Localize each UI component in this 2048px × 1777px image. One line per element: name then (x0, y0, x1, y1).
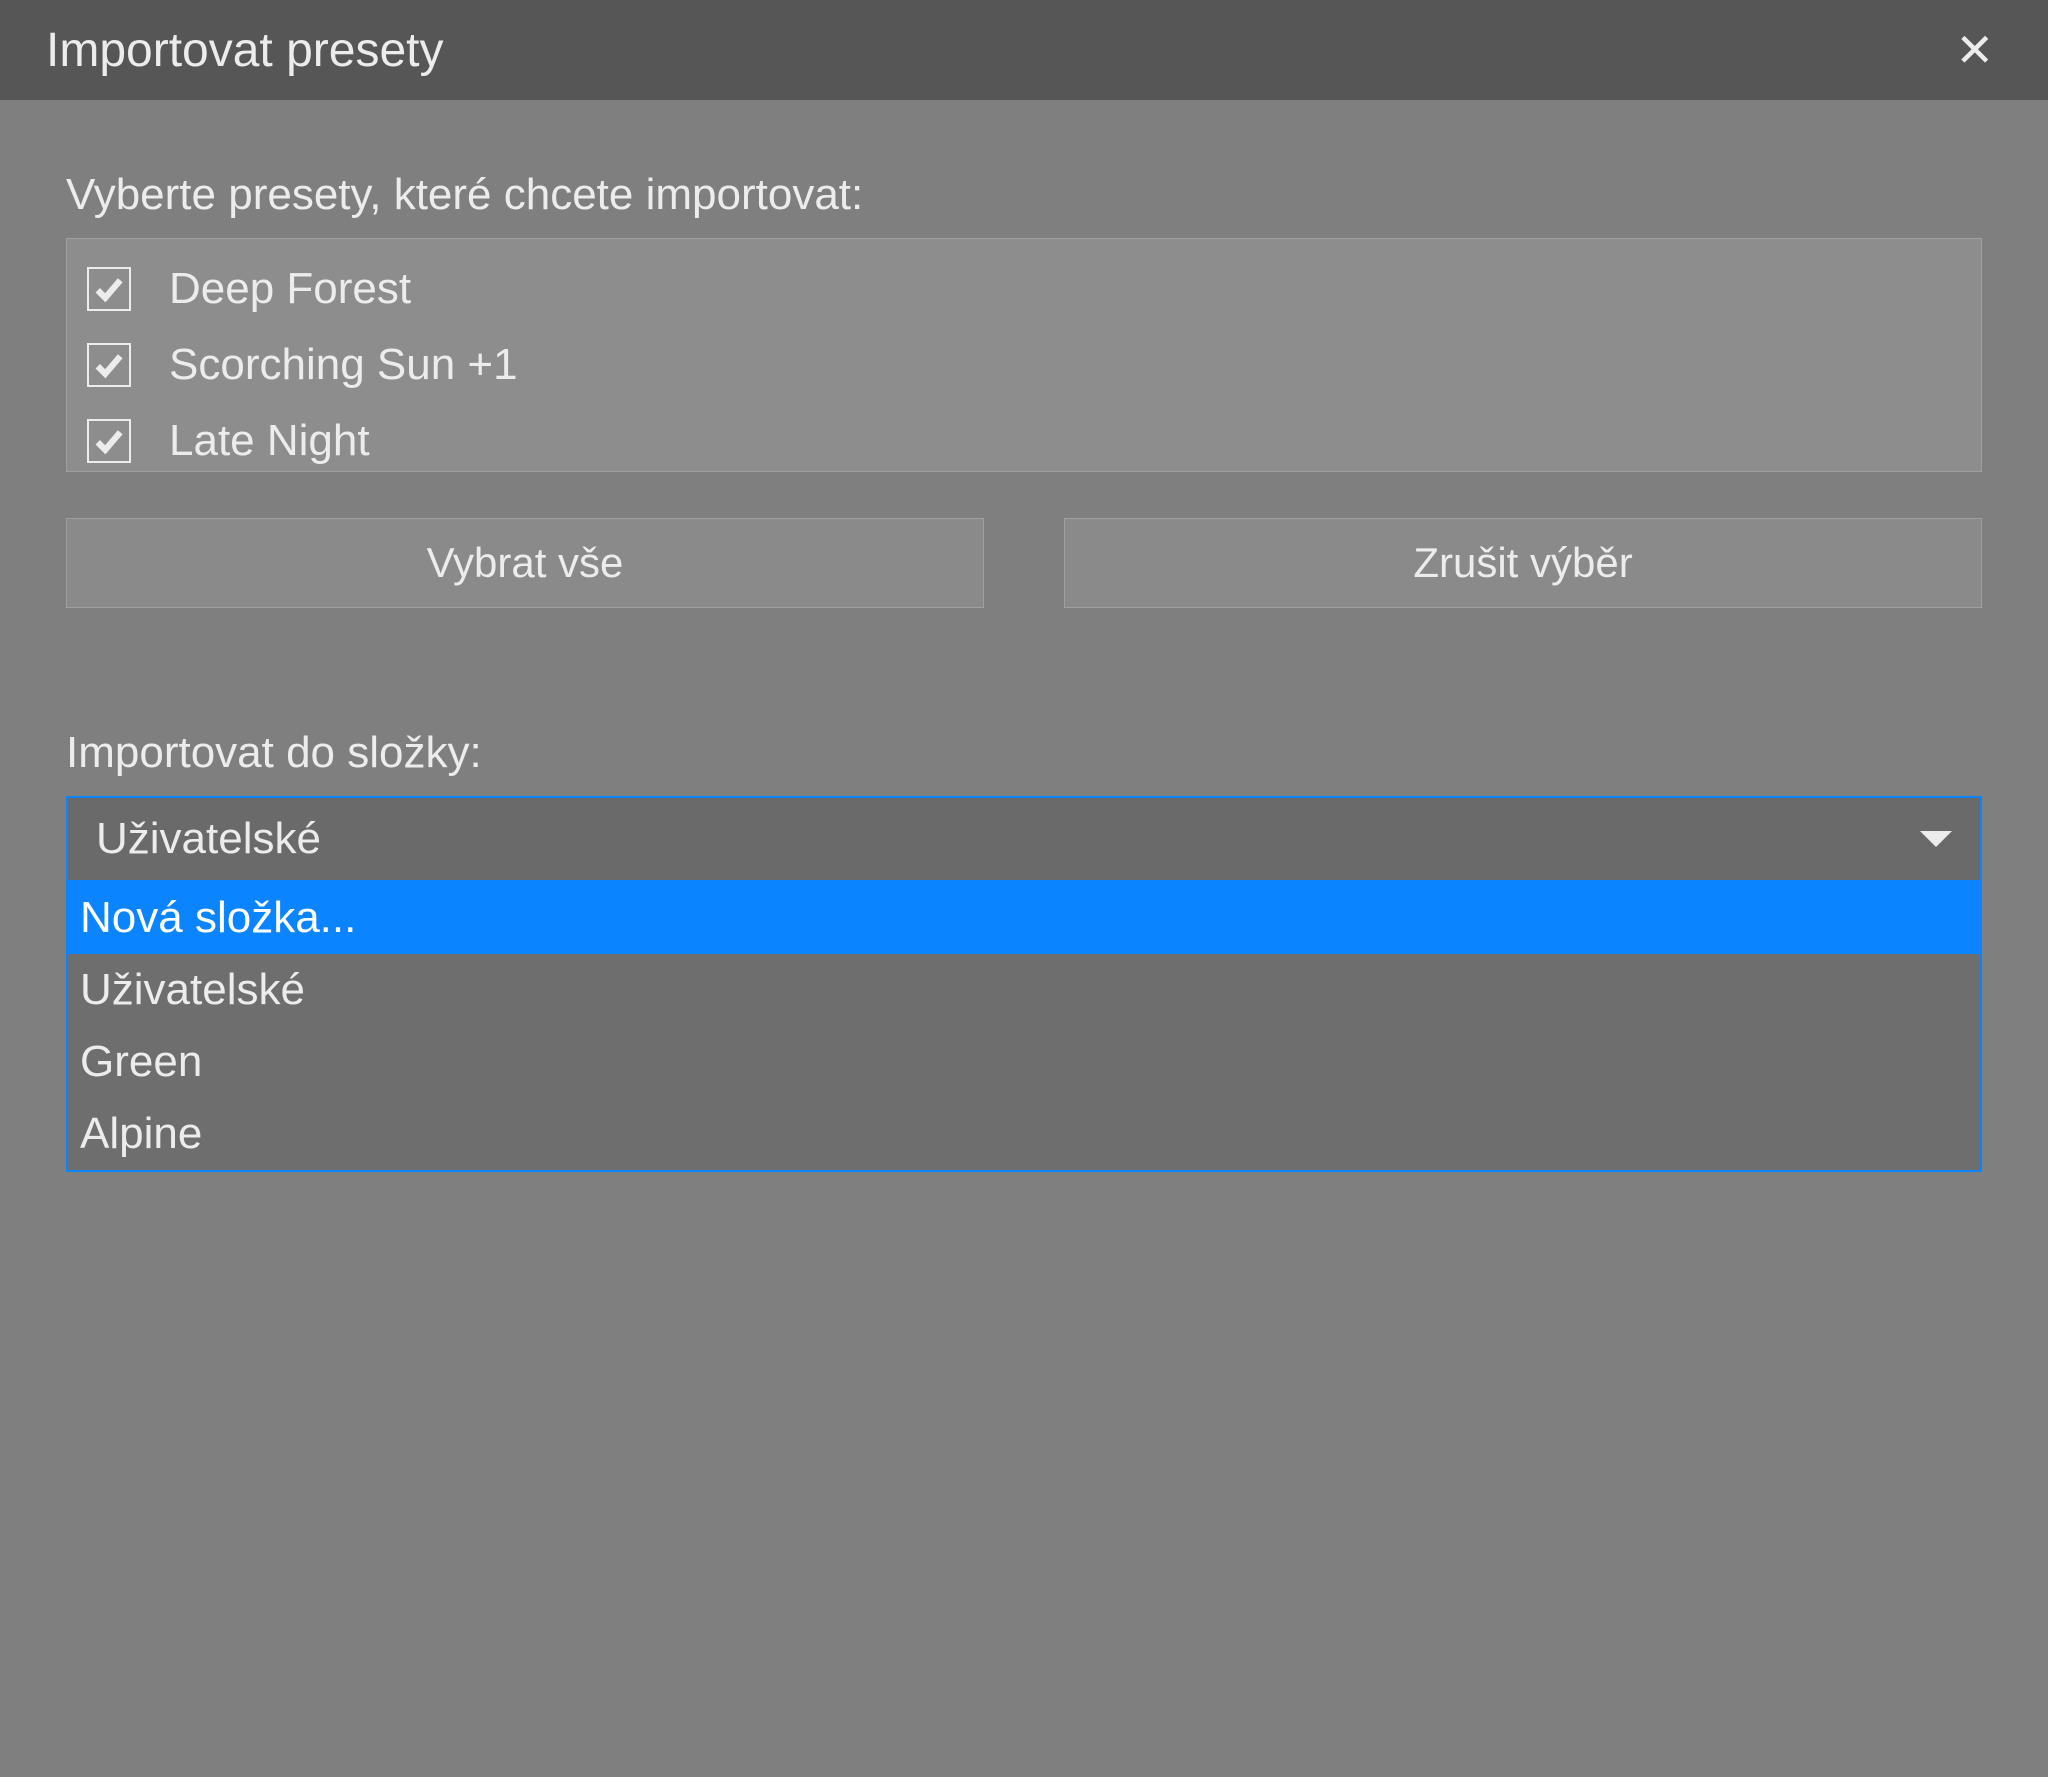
dropdown-item-label: Uživatelské (80, 965, 305, 1015)
preset-list[interactable]: Deep Forest Scorching Sun +1 Late Night (66, 238, 1982, 472)
dropdown-item-label: Nová složka... (80, 893, 356, 943)
folder-section-label: Importovat do složky: (66, 728, 1982, 778)
dialog-title: Importovat presety (46, 23, 444, 78)
check-icon (94, 350, 124, 380)
select-all-button[interactable]: Vybrat vše (66, 518, 984, 608)
folder-section: Importovat do složky: Uživatelské Nová s… (66, 728, 1982, 1172)
folder-option-user[interactable]: Uživatelské (68, 954, 1980, 1026)
dialog-content: Vyberte presety, které chcete importovat… (0, 100, 2048, 1172)
import-presets-dialog: Importovat presety ✕ Vyberte presety, kt… (0, 0, 2048, 1777)
folder-option-new[interactable]: Nová složka... (68, 882, 1980, 954)
close-button[interactable]: ✕ (1937, 17, 2012, 83)
folder-option-alpine[interactable]: Alpine (68, 1098, 1980, 1170)
preset-name-label: Late Night (169, 416, 370, 466)
folder-dropdown: Nová složka... Uživatelské Green Alpine (66, 882, 1982, 1172)
preset-name-label: Scorching Sun +1 (169, 340, 518, 390)
button-label: Vybrat vše (427, 539, 624, 587)
button-label: Zrušit výběr (1413, 539, 1632, 587)
preset-row[interactable]: Late Night (67, 403, 1981, 472)
preset-name-label: Deep Forest (169, 264, 411, 314)
folder-select[interactable]: Uživatelské (66, 796, 1982, 882)
title-bar: Importovat presety ✕ (0, 0, 2048, 100)
close-icon: ✕ (1955, 24, 1994, 76)
folder-option-green[interactable]: Green (68, 1026, 1980, 1098)
deselect-button[interactable]: Zrušit výběr (1064, 518, 1982, 608)
preset-checkbox[interactable] (87, 267, 131, 311)
preset-row[interactable]: Scorching Sun +1 (67, 327, 1981, 403)
check-icon (94, 274, 124, 304)
folder-select-value: Uživatelské (96, 814, 321, 864)
selection-button-row: Vybrat vše Zrušit výběr (66, 518, 1982, 608)
dropdown-item-label: Green (80, 1037, 202, 1087)
check-icon (94, 426, 124, 456)
preset-section-label: Vyberte presety, které chcete importovat… (66, 170, 1982, 220)
preset-checkbox[interactable] (87, 343, 131, 387)
chevron-down-icon (1920, 831, 1952, 847)
preset-row[interactable]: Deep Forest (67, 251, 1981, 327)
preset-checkbox[interactable] (87, 419, 131, 463)
dropdown-item-label: Alpine (80, 1109, 202, 1159)
